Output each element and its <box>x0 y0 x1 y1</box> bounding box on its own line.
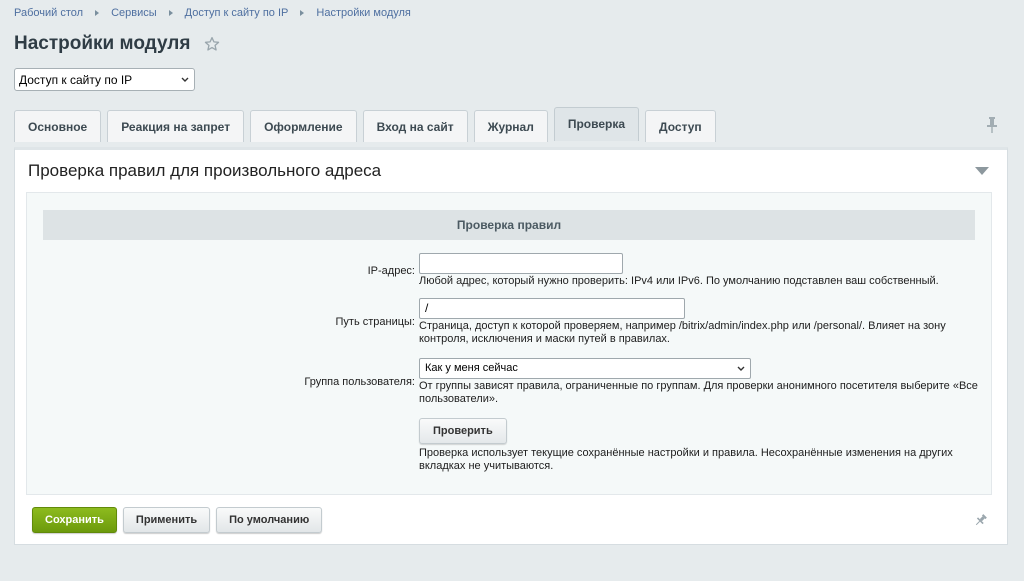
tab-access[interactable]: Доступ <box>645 110 716 142</box>
chevron-down-icon <box>181 77 189 82</box>
tab-check[interactable]: Проверка <box>553 107 640 141</box>
ip-label: IP-адрес: <box>367 265 415 277</box>
breadcrumb-item-desktop[interactable]: Рабочий стол <box>14 7 83 19</box>
path-control: / Страница, доступ к которой проверяем, … <box>419 298 979 346</box>
group-hint: От группы зависят правила, ограниченные … <box>419 380 978 405</box>
path-hint: Страница, доступ к которой проверяем, на… <box>419 320 946 345</box>
breadcrumb-separator-icon <box>300 10 305 16</box>
breadcrumb-item-services[interactable]: Сервисы <box>111 7 157 19</box>
group-control: Как у меня сейчас От группы зависят прав… <box>419 358 979 406</box>
pin-icon[interactable] <box>974 514 987 527</box>
ip-input[interactable] <box>419 253 623 274</box>
group-label: Группа пользователя: <box>304 376 415 388</box>
module-select-value: Доступ к сайту по IP <box>19 73 133 87</box>
section-title: Проверка правил <box>43 210 975 240</box>
tab-bar: Основное Реакция на запрет Оформление Вх… <box>14 107 722 143</box>
group-select-value: Как у меня сейчас <box>425 362 518 374</box>
save-button[interactable]: Сохранить <box>32 507 117 533</box>
panel-title: Проверка правил для произвольного адреса <box>28 161 382 180</box>
path-label: Путь страницы: <box>335 316 416 328</box>
apply-button[interactable]: Применить <box>122 507 211 533</box>
ip-hint: Любой адрес, который нужно проверить: IP… <box>419 275 939 287</box>
pin-icon[interactable] <box>986 117 998 133</box>
breadcrumb-item-module-settings[interactable]: Настройки модуля <box>316 7 410 19</box>
collapse-icon[interactable] <box>975 167 989 176</box>
tab-deny-reaction[interactable]: Реакция на запрет <box>107 110 245 142</box>
tab-appearance[interactable]: Оформление <box>250 110 357 142</box>
page-title-row: Настройки модуля <box>14 33 220 55</box>
star-icon[interactable] <box>204 36 220 52</box>
path-input[interactable]: / <box>419 298 685 319</box>
form-area: Проверка правил IP-адрес: Любой адрес, к… <box>26 192 992 495</box>
breadcrumb-separator-icon <box>95 10 100 16</box>
check-control: Проверить Проверка использует текущие со… <box>419 418 979 473</box>
tab-login[interactable]: Вход на сайт <box>362 110 468 142</box>
module-select[interactable]: Доступ к сайту по IP <box>14 68 195 91</box>
chevron-down-icon <box>737 366 745 371</box>
tab-main[interactable]: Основное <box>14 110 102 142</box>
footer-buttons: Сохранить Применить По умолчанию <box>32 507 328 533</box>
default-button[interactable]: По умолчанию <box>216 507 323 533</box>
breadcrumb-separator-icon <box>168 10 173 16</box>
check-hint: Проверка использует текущие сохранённые … <box>419 447 953 472</box>
ip-control: Любой адрес, который нужно проверить: IP… <box>419 253 979 288</box>
breadcrumb: Рабочий стол Сервисы Доступ к сайту по I… <box>14 7 411 19</box>
breadcrumb-item-ip-access[interactable]: Доступ к сайту по IP <box>185 7 289 19</box>
check-button[interactable]: Проверить <box>419 418 507 444</box>
settings-panel: Проверка правил для произвольного адреса… <box>14 147 1008 545</box>
group-select[interactable]: Как у меня сейчас <box>419 358 751 379</box>
tab-journal[interactable]: Журнал <box>473 110 548 142</box>
page-title: Настройки модуля <box>14 33 191 54</box>
